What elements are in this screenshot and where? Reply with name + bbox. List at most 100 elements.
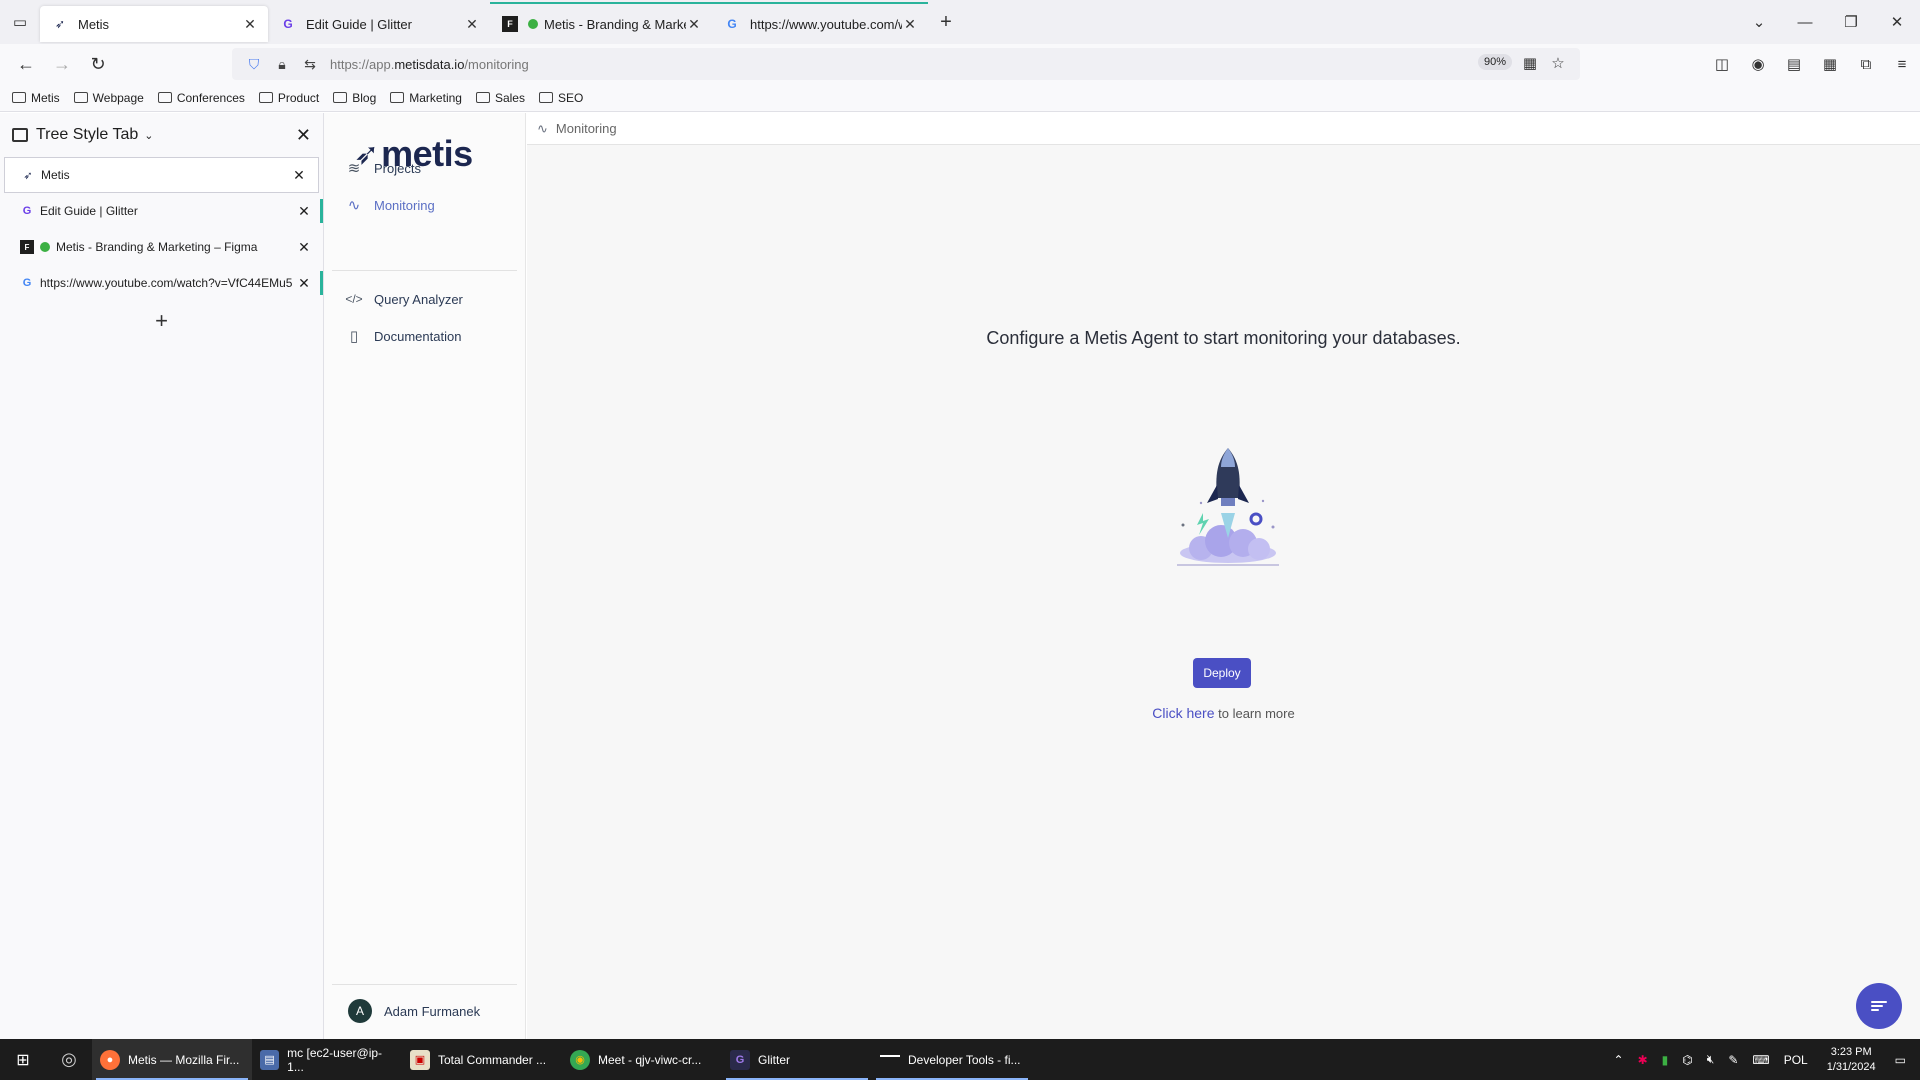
new-tab-button[interactable]: + bbox=[0, 301, 323, 341]
zoom-level[interactable]: 90% bbox=[1477, 54, 1512, 70]
close-tab-icon[interactable]: ✕ bbox=[242, 16, 258, 33]
tab-indicator bbox=[490, 2, 712, 4]
nav-documentation[interactable]: ▯ Documentation bbox=[344, 326, 462, 346]
close-tab-icon[interactable]: ✕ bbox=[464, 16, 480, 33]
close-window-icon[interactable]: ✕ bbox=[1874, 13, 1920, 31]
bookmark-metis[interactable]: Metis bbox=[12, 91, 60, 105]
permissions-icon[interactable]: ⇆ bbox=[296, 56, 324, 73]
language-indicator[interactable]: POL bbox=[1784, 1053, 1808, 1067]
sidebar-icon[interactable]: ▤ bbox=[1776, 48, 1812, 80]
new-tab-button[interactable]: + bbox=[928, 4, 964, 40]
bookmark-blog[interactable]: Blog bbox=[333, 91, 376, 105]
glitter-icon: G bbox=[730, 1049, 750, 1070]
close-tab-icon[interactable]: ✕ bbox=[902, 16, 918, 33]
app-tray-icon[interactable]: ✱ bbox=[1638, 1053, 1648, 1067]
nav-label: Documentation bbox=[374, 328, 462, 344]
nav-divider bbox=[332, 270, 517, 271]
bookmark-webpage[interactable]: Webpage bbox=[73, 91, 144, 105]
nav-monitoring[interactable]: ∿ Monitoring bbox=[344, 195, 435, 215]
tab-title: Metis bbox=[78, 16, 110, 32]
tab-list-icon[interactable]: ▭ bbox=[0, 0, 40, 44]
close-tab-icon[interactable]: ✕ bbox=[290, 167, 308, 184]
window-controls: ⌄ — ❐ ✕ bbox=[1736, 0, 1920, 44]
nav-divider bbox=[332, 984, 517, 985]
chevron-down-icon[interactable]: ⌄ bbox=[1736, 13, 1782, 31]
taskbar-item-devtools[interactable]: Developer Tools - fi... bbox=[872, 1039, 1032, 1080]
bookmark-conferences[interactable]: Conferences bbox=[157, 91, 245, 105]
restore-icon[interactable]: ❐ bbox=[1828, 13, 1874, 31]
bookmark-seo[interactable]: SEO bbox=[538, 91, 583, 105]
bookmark-marketing[interactable]: Marketing bbox=[390, 91, 462, 105]
menu-icon[interactable]: ≡ bbox=[1884, 48, 1920, 80]
chevron-up-icon[interactable]: ⌃ bbox=[1614, 1053, 1624, 1067]
keyboard-icon[interactable]: ⌨ bbox=[1752, 1053, 1769, 1067]
pocket-icon[interactable]: ◫ bbox=[1704, 48, 1740, 80]
tree-tab-figma[interactable]: F Metis - Branding & Marketing – Figma ✕ bbox=[0, 229, 323, 265]
chat-widget-button[interactable] bbox=[1856, 983, 1902, 1029]
main-content: ∿ Monitoring Configure a Metis Agent to … bbox=[527, 113, 1920, 1039]
tree-tab-title: Metis bbox=[41, 168, 70, 182]
firefox-icon: ● bbox=[100, 1049, 120, 1070]
close-tab-icon[interactable]: ✕ bbox=[295, 203, 313, 220]
extension-grid-icon[interactable]: ▦ bbox=[1516, 54, 1544, 72]
browser-tab-glitter[interactable]: G Edit Guide | Glitter ✕ bbox=[268, 6, 490, 42]
taskbar-item-firefox[interactable]: ● Metis — Mozilla Fir... bbox=[92, 1039, 252, 1080]
bookmark-label: Sales bbox=[494, 90, 525, 105]
folder-icon bbox=[73, 92, 88, 103]
close-tab-icon[interactable]: ✕ bbox=[295, 239, 313, 256]
glitter-favicon: G bbox=[283, 17, 293, 31]
learn-more-link[interactable]: Click here bbox=[1152, 705, 1214, 721]
learn-more-suffix: to learn more bbox=[1214, 706, 1295, 721]
tab-indicator bbox=[320, 199, 323, 223]
account-icon[interactable]: ◉ bbox=[1740, 48, 1776, 80]
close-tab-icon[interactable]: ✕ bbox=[295, 275, 313, 292]
battery-icon[interactable]: ▮ bbox=[1662, 1053, 1669, 1067]
taskbar-label: Metis — Mozilla Fir... bbox=[128, 1052, 240, 1067]
browser-tab-youtube[interactable]: G https://www.youtube.com/wat ✕ bbox=[712, 2, 928, 42]
tree-tab-glitter[interactable]: G Edit Guide | Glitter ✕ bbox=[0, 193, 323, 229]
url-text[interactable]: https://app.metisdata.io/monitoring bbox=[330, 57, 529, 72]
lock-icon[interactable]: 🔒︎ bbox=[268, 56, 296, 73]
tree-tab-metis[interactable]: ➶ Metis ✕ bbox=[4, 157, 319, 193]
browser-tab-figma[interactable]: F Metis - Branding & Marketing ✕ bbox=[490, 2, 712, 42]
sidebar-title[interactable]: Tree Style Tab bbox=[36, 126, 138, 144]
browser-tab-metis[interactable]: ➶ Metis ✕ bbox=[40, 6, 268, 42]
taskbar-item-terminal[interactable]: ▤ mc [ec2-user@ip-1... bbox=[252, 1039, 402, 1080]
volume-muted-icon[interactable]: 🔇︎ bbox=[1707, 1052, 1715, 1067]
minimize-icon[interactable]: — bbox=[1782, 14, 1828, 31]
taskbar-item-glitter[interactable]: G Glitter bbox=[722, 1039, 872, 1080]
bookmark-sales[interactable]: Sales bbox=[475, 90, 525, 105]
forward-icon[interactable]: → bbox=[44, 48, 80, 80]
pen-icon[interactable]: ✎ bbox=[1728, 1053, 1738, 1067]
obs-icon[interactable]: ◎ bbox=[46, 1049, 92, 1070]
reload-icon[interactable]: ↻ bbox=[80, 48, 116, 80]
clock[interactable]: 3:23 PM 1/31/2024 bbox=[1827, 1045, 1876, 1075]
network-icon[interactable]: ⌬ bbox=[1682, 1053, 1692, 1067]
nav-label: Monitoring bbox=[374, 197, 435, 213]
tree-tab-youtube[interactable]: G https://www.youtube.com/watch?v=VfC44E… bbox=[0, 265, 323, 301]
back-icon[interactable]: ← bbox=[8, 48, 44, 80]
user-profile[interactable]: A Adam Furmanek bbox=[348, 999, 480, 1023]
nav-query-analyzer[interactable]: </> Query Analyzer bbox=[344, 289, 463, 309]
address-bar[interactable]: ⛉ 🔒︎ ⇆ https://app.metisdata.io/monitori… bbox=[232, 48, 1580, 80]
close-tab-icon[interactable]: ✕ bbox=[686, 16, 702, 33]
notifications-icon[interactable]: ▭ bbox=[1895, 1053, 1906, 1067]
bookmark-label: Metis bbox=[31, 90, 60, 105]
windows-start-icon[interactable]: ⊞ bbox=[0, 1050, 46, 1070]
clock-date: 1/31/2024 bbox=[1826, 1060, 1876, 1073]
tree-tab-title: Metis - Branding & Marketing – Figma bbox=[56, 240, 258, 254]
close-sidebar-icon[interactable]: ✕ bbox=[296, 125, 311, 146]
nav-projects[interactable]: ≋ Projects bbox=[344, 158, 421, 178]
taskbar-item-chrome[interactable]: ◉ Meet - qjv-viwc-cr... bbox=[562, 1039, 722, 1080]
deploy-button[interactable]: Deploy bbox=[1193, 658, 1251, 688]
shield-icon[interactable]: ⛉ bbox=[240, 56, 268, 73]
os-taskbar: ⊞ ◎ ● Metis — Mozilla Fir... ▤ mc [ec2-u… bbox=[0, 1039, 1920, 1080]
metis-favicon: ➶ bbox=[23, 169, 33, 182]
extensions-icon[interactable]: ⧉ bbox=[1848, 48, 1884, 80]
glitter-favicon: G bbox=[22, 205, 32, 217]
bookmark-star-icon[interactable]: ☆ bbox=[1544, 54, 1572, 72]
bookmark-product[interactable]: Product bbox=[258, 91, 319, 105]
taskbar-item-total-commander[interactable]: ▣ Total Commander ... bbox=[402, 1039, 562, 1080]
chevron-down-icon[interactable]: ⌄ bbox=[144, 129, 153, 142]
apps-icon[interactable]: ▦ bbox=[1812, 48, 1848, 80]
